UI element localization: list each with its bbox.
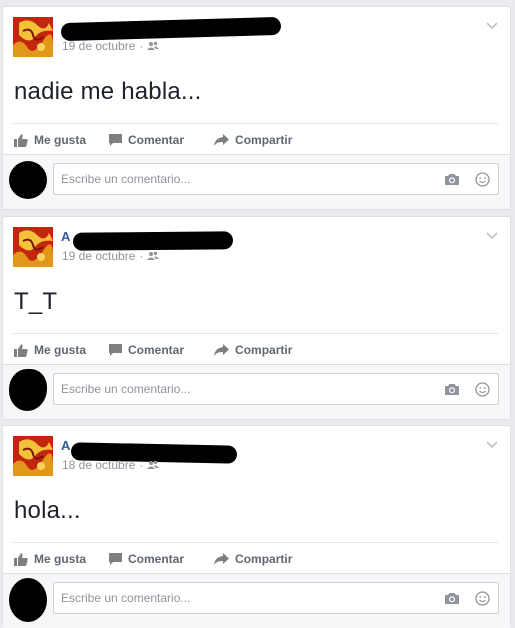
redaction-mark — [60, 16, 282, 42]
post-card: A 18 de octubre · hola... Me gusta Comen… — [2, 425, 511, 628]
camera-icon[interactable] — [443, 589, 461, 607]
friends-icon[interactable] — [147, 460, 160, 470]
share-button[interactable]: Compartir — [214, 133, 292, 147]
like-label: Me gusta — [34, 343, 87, 357]
post-card: A 19 de octubre · T_T Me gusta Comentar … — [2, 216, 511, 420]
post-actions: Me gusta Comentar Compartir — [13, 341, 292, 359]
comment-composer — [3, 573, 510, 628]
author-avatar[interactable] — [13, 436, 53, 476]
chevron-down-icon[interactable] — [484, 227, 500, 243]
post-date[interactable]: 19 de octubre — [62, 39, 135, 53]
commenter-avatar — [9, 161, 47, 199]
share-button[interactable]: Compartir — [214, 343, 292, 357]
like-button[interactable]: Me gusta — [14, 133, 86, 147]
commenter-avatar — [9, 578, 47, 622]
comment-button[interactable]: Comentar — [109, 552, 184, 566]
post-meta: 19 de octubre · — [62, 39, 160, 53]
comment-box[interactable] — [53, 582, 499, 614]
comment-composer — [3, 364, 510, 419]
friends-icon[interactable] — [147, 41, 160, 51]
post-text: T_T — [14, 288, 58, 315]
comment-input[interactable] — [54, 165, 443, 193]
post-meta: 19 de octubre · — [62, 249, 160, 263]
comment-box[interactable] — [53, 163, 499, 195]
emoji-icon[interactable] — [473, 380, 491, 398]
author-name[interactable]: A — [61, 438, 70, 453]
emoji-icon[interactable] — [473, 589, 491, 607]
comment-icon — [109, 134, 123, 146]
share-label: Compartir — [235, 133, 293, 147]
post-actions: Me gusta Comentar Compartir — [13, 131, 292, 149]
post-card: 19 de octubre · nadie me habla... Me gus… — [2, 6, 511, 210]
divider — [13, 542, 498, 543]
chevron-down-icon[interactable] — [484, 17, 500, 33]
comment-composer — [3, 154, 510, 209]
post-body: A 19 de octubre · T_T Me gusta Comentar … — [3, 217, 510, 364]
share-label: Compartir — [235, 552, 293, 566]
share-icon — [214, 344, 230, 356]
comment-input[interactable] — [54, 584, 443, 612]
author-avatar[interactable] — [13, 17, 53, 57]
comment-button[interactable]: Comentar — [109, 133, 184, 147]
share-label: Compartir — [235, 343, 293, 357]
comment-icon — [109, 553, 123, 565]
post-text: nadie me habla... — [14, 78, 202, 105]
comment-input[interactable] — [54, 375, 443, 403]
commenter-avatar — [9, 369, 47, 411]
post-date[interactable]: 19 de octubre — [62, 249, 135, 263]
comment-label: Comentar — [128, 552, 185, 566]
news-feed: 19 de octubre · nadie me habla... Me gus… — [0, 0, 515, 628]
comment-box[interactable] — [53, 373, 499, 405]
like-label: Me gusta — [34, 552, 87, 566]
comment-label: Comentar — [128, 133, 185, 147]
post-date[interactable]: 18 de octubre — [62, 458, 135, 472]
post-body: 19 de octubre · nadie me habla... Me gus… — [3, 7, 510, 154]
share-button[interactable]: Compartir — [214, 552, 292, 566]
redaction-mark — [72, 231, 234, 251]
like-button[interactable]: Me gusta — [14, 343, 86, 357]
comment-icon — [109, 344, 123, 356]
share-icon — [214, 134, 230, 146]
emoji-icon[interactable] — [473, 170, 491, 188]
author-avatar[interactable] — [13, 227, 53, 267]
chevron-down-icon[interactable] — [484, 436, 500, 452]
camera-icon[interactable] — [443, 170, 461, 188]
thumbs-up-icon — [14, 552, 28, 566]
comment-button[interactable]: Comentar — [109, 343, 184, 357]
post-body: A 18 de octubre · hola... Me gusta Comen… — [3, 426, 510, 573]
divider — [13, 333, 498, 334]
thumbs-up-icon — [14, 343, 28, 357]
thumbs-up-icon — [14, 133, 28, 147]
like-button[interactable]: Me gusta — [14, 552, 86, 566]
camera-icon[interactable] — [443, 380, 461, 398]
share-icon — [214, 553, 230, 565]
post-text: hola... — [14, 497, 81, 524]
friends-icon[interactable] — [147, 251, 160, 261]
post-actions: Me gusta Comentar Compartir — [13, 550, 292, 568]
like-label: Me gusta — [34, 133, 87, 147]
comment-label: Comentar — [128, 343, 185, 357]
divider — [13, 123, 498, 124]
post-meta: 18 de octubre · — [62, 458, 160, 472]
author-name[interactable]: A — [61, 229, 70, 244]
